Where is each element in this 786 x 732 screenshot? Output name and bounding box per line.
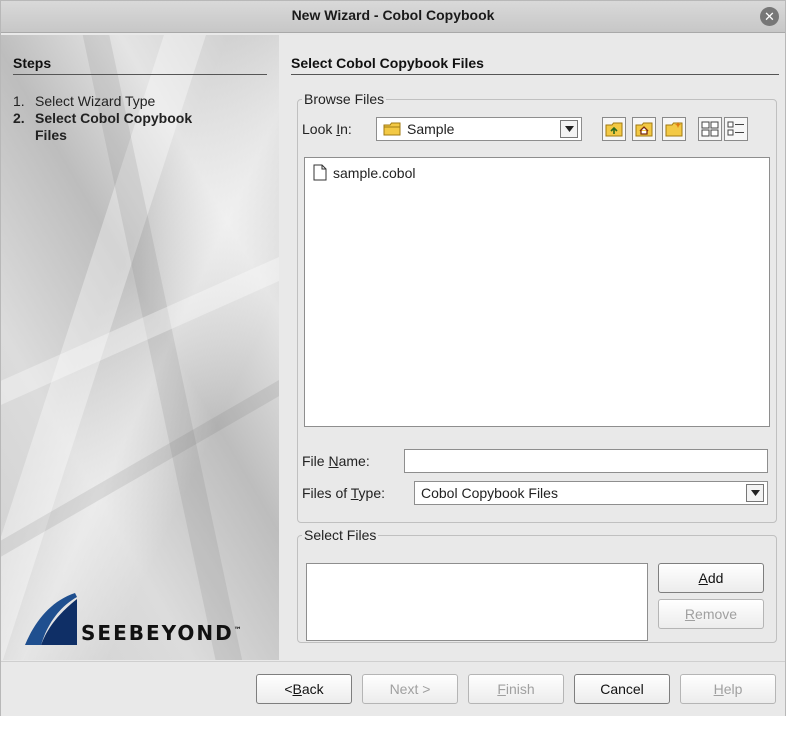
step-item-1: 1. Select Wizard Type: [13, 93, 269, 110]
remove-button[interactable]: Remove: [658, 599, 764, 629]
page-title: Select Cobol Copybook Files: [291, 55, 779, 75]
files-of-type-dropdown[interactable]: Cobol Copybook Files: [414, 481, 768, 505]
next-button[interactable]: Next >: [362, 674, 458, 704]
list-view-button[interactable]: [698, 117, 722, 141]
file-name: sample.cobol: [333, 164, 416, 181]
look-in-dropdown[interactable]: Sample: [376, 117, 582, 141]
files-of-type-value: Cobol Copybook Files: [421, 485, 558, 501]
help-button[interactable]: Help: [680, 674, 776, 704]
look-in-value: Sample: [407, 121, 455, 137]
add-button[interactable]: Add: [658, 563, 764, 593]
up-folder-icon: [605, 122, 623, 137]
details-view-button[interactable]: [724, 117, 748, 141]
step-number: 2.: [13, 110, 25, 126]
home-folder-button[interactable]: [632, 117, 656, 141]
details-view-icon: [727, 121, 744, 136]
logo-swoosh-icon: [25, 593, 77, 645]
list-view-icon: [701, 121, 719, 137]
cancel-button[interactable]: Cancel: [574, 674, 670, 704]
files-of-type-label: Files of Type:: [302, 485, 386, 501]
home-folder-icon: [635, 122, 653, 137]
step-label: Select Cobol Copybook Files: [35, 110, 193, 143]
new-folder-button[interactable]: [662, 117, 686, 141]
chevron-down-icon[interactable]: [560, 120, 578, 138]
file-name-input[interactable]: [404, 449, 768, 473]
file-list[interactable]: sample.cobol: [304, 157, 770, 427]
title-bar[interactable]: New Wizard - Cobol Copybook ✕: [1, 1, 785, 33]
close-icon[interactable]: ✕: [760, 7, 779, 26]
look-in-label: Look In:: [302, 121, 352, 137]
browse-files-group: Browse Files Look In: Sample sample.cobo…: [297, 91, 777, 523]
back-button[interactable]: < Back: [256, 674, 352, 704]
logo-text: SEEBEYOND™: [81, 621, 244, 645]
folder-icon: [383, 122, 401, 136]
seebeyond-logo: SEEBEYOND™: [19, 591, 269, 651]
steps-list: 1. Select Wizard Type 2. Select Cobol Co…: [13, 93, 269, 144]
steps-header: Steps: [13, 55, 267, 75]
button-bar: < Back Next > Finish Cancel Help: [1, 661, 785, 716]
up-folder-button[interactable]: [602, 117, 626, 141]
step-label: Select Wizard Type: [35, 93, 156, 109]
window-title: New Wizard - Cobol Copybook: [291, 7, 495, 23]
finish-button[interactable]: Finish: [468, 674, 564, 704]
file-name-label: File Name:: [302, 453, 370, 469]
step-number: 1.: [13, 93, 25, 109]
steps-panel: Steps 1. Select Wizard Type 2. Select Co…: [1, 35, 279, 660]
file-icon: [313, 164, 327, 181]
select-files-legend: Select Files: [304, 527, 377, 543]
selected-files-list[interactable]: [306, 563, 648, 641]
list-item[interactable]: sample.cobol: [313, 164, 416, 181]
step-item-2: 2. Select Cobol Copybook Files: [13, 110, 269, 144]
new-folder-icon: [665, 122, 683, 137]
wizard-window: New Wizard - Cobol Copybook ✕ Steps 1. S…: [0, 0, 786, 716]
browse-files-legend: Browse Files: [304, 91, 385, 107]
content-panel: Select Cobol Copybook Files Browse Files…: [291, 35, 781, 660]
select-files-group: Select Files Add Remove: [297, 527, 777, 643]
chevron-down-icon[interactable]: [746, 484, 764, 502]
